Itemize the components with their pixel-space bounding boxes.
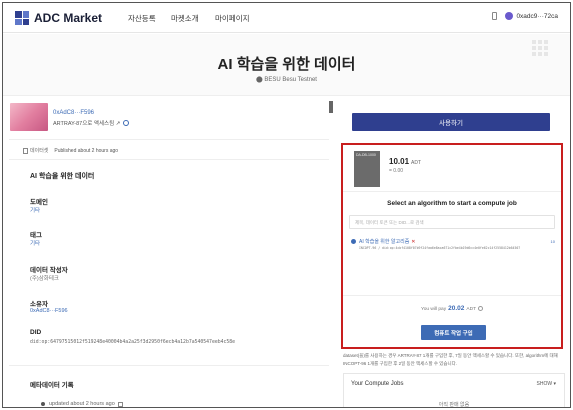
divider	[9, 139, 329, 140]
domain-value[interactable]: 기타	[30, 206, 40, 214]
algorithm-did: INCOPT-96 / did:op:4cbf4108f07b9f24faa6e…	[359, 246, 521, 250]
access-notice: dataset(을)를 사용하는 경우 ARTRAY-87 1개를 구입한 후,…	[343, 353, 558, 366]
top-navigation-bar: ADC Market 자산등록 마켓소개 마이페이지 0xadc9···72ca	[3, 3, 570, 33]
metadata-history-title: 메타데이터 기록	[30, 382, 74, 389]
algorithm-select-title: Select an algorithm to start a compute j…	[387, 200, 517, 207]
buy-compute-job-button[interactable]: 컴퓨트 작업 구입	[421, 325, 486, 340]
logo-icon	[15, 11, 29, 25]
dataset-thumbnail: DA-DB-1000	[354, 151, 380, 187]
dataset-icon	[23, 147, 28, 154]
logo[interactable]: ADC Market	[15, 11, 102, 25]
divider	[343, 191, 561, 192]
nav-item-market-intro[interactable]: 마켓소개	[171, 13, 199, 24]
info-icon[interactable]	[478, 306, 484, 312]
access-note-text[interactable]: ARTRAY-87으로 액세스됨 ↗	[53, 119, 120, 127]
remove-icon: ✕	[411, 239, 416, 245]
owner-label: 소유자	[30, 301, 48, 308]
algorithm-search-input[interactable]: 제목, 데이터 토큰 또는 DID...로 검색	[349, 215, 555, 229]
divider	[9, 365, 329, 366]
price-conversion: = 0.00	[389, 168, 404, 174]
price: 10.01 ADT	[389, 157, 421, 166]
payment-amount: 20.02	[448, 305, 465, 312]
external-link-icon[interactable]	[117, 401, 123, 407]
bookmark-icon[interactable]	[329, 101, 333, 113]
compute-job-panel: DA-DB-1000 10.01 ADT = 0.00 Select an alg…	[341, 143, 563, 349]
asset-thumbnail	[10, 103, 48, 131]
author-label: 데이터 작성자	[30, 267, 68, 274]
divider	[343, 295, 561, 296]
did-label: DID	[30, 329, 42, 336]
wallet-button[interactable]: 0xadc9···72ca	[492, 12, 558, 20]
app-window: ADC Market 자산등록 마켓소개 마이페이지 0xadc9···72ca…	[2, 2, 571, 408]
price-unit: ADT	[411, 160, 422, 166]
timeline-dot-icon	[41, 402, 45, 406]
wallet-address: 0xadc9···72ca	[516, 12, 558, 20]
details-title: AI 학습을 위한 데이터	[30, 173, 95, 180]
payment-summary: You will pay 20.02 ADT	[343, 305, 561, 312]
price-value: 10.01	[389, 157, 410, 166]
owner-address-link[interactable]: 0xAdC8···F596	[53, 110, 94, 116]
nav-item-my-page[interactable]: 마이페이지	[215, 13, 250, 24]
algorithm-option[interactable]: AI 학습을 위한 알고리즘 ✕ INCOPT-96 / did:op:4cbf4…	[351, 237, 555, 257]
domain-label: 도메인	[30, 199, 48, 206]
wallet-avatar-icon	[505, 12, 514, 20]
compute-jobs-title: Your Compute Jobs	[351, 381, 404, 387]
asset-meta-row: 데이터셋 Published about 2 hours ago	[23, 147, 118, 154]
nav-item-asset-register[interactable]: 자산등록	[128, 13, 156, 24]
author-value: (주)삼화테크	[30, 276, 59, 282]
owner-access-note: ARTRAY-87으로 액세스됨 ↗	[53, 119, 130, 127]
owner-value[interactable]: 0xAdC8···F596	[30, 308, 68, 314]
algorithm-name: AI 학습을 위한 알고리즘 ✕	[359, 239, 416, 245]
tag-label: 태그	[30, 232, 42, 239]
did-value: did:op:64797515012f519248e40004b4a2a25f3…	[30, 340, 236, 345]
use-button[interactable]: 사용하기	[352, 113, 550, 131]
verified-badge-icon	[123, 120, 130, 126]
jobs-empty-state: 아직 판매 없음	[438, 402, 470, 408]
compute-jobs-panel: Your Compute Jobs SHOW ▾ 아직 판매 없음	[343, 373, 565, 408]
history-entry-text: updated about 2 hours ago	[49, 401, 115, 407]
asset-type-tag: 데이터셋	[30, 148, 49, 154]
show-jobs-toggle[interactable]: SHOW ▾	[537, 381, 556, 387]
logo-text: ADC Market	[34, 11, 103, 25]
asset-hero: AI 학습을 위한 데이터 ⬤ BESU Besu Testnet	[3, 34, 570, 96]
algorithm-radio[interactable]	[351, 239, 356, 244]
tag-value[interactable]: 기타	[30, 239, 40, 247]
network-icon	[492, 12, 498, 20]
algorithm-price: 10	[550, 239, 555, 244]
published-time: Published about 2 hours ago	[54, 147, 119, 154]
divider	[9, 159, 329, 160]
page-title: AI 학습을 위한 데이터	[217, 56, 356, 73]
history-entry: updated about 2 hours ago	[41, 401, 123, 407]
network-label: ⬤ BESU Besu Testnet	[256, 77, 317, 83]
